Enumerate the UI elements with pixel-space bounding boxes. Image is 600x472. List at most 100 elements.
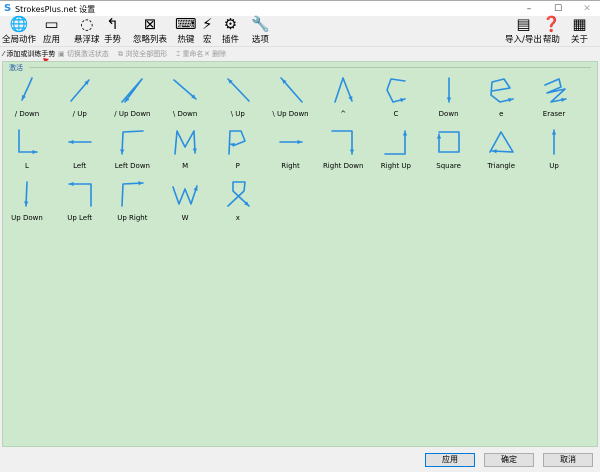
- gesture-item[interactable]: W: [159, 179, 211, 229]
- gesture-item[interactable]: Triangle: [475, 127, 527, 177]
- gesture-stroke-icon: [120, 130, 145, 155]
- gesture-name: Up: [549, 162, 559, 170]
- toolbar-left7[interactable]: ⚙ 插件: [222, 16, 239, 46]
- toolbar-left8[interactable]: 🔧 选项: [251, 16, 270, 46]
- gesture-stroke-icon: [331, 130, 355, 155]
- gesture-icon: ↰: [106, 15, 119, 33]
- gesture-item[interactable]: Right: [265, 127, 317, 177]
- gesture-item[interactable]: / Down: [1, 75, 53, 125]
- gesture-name: Right: [281, 162, 300, 170]
- gesture-stroke-icon: [490, 78, 515, 103]
- gesture-item[interactable]: Left Down: [106, 127, 158, 177]
- gesture-item[interactable]: Left: [54, 127, 106, 177]
- delete-icon: ✕: [204, 50, 213, 58]
- gesture-stroke-icon: [386, 78, 406, 103]
- toolbar-right0[interactable]: ▤ 导入/导出: [505, 16, 542, 46]
- gesture-stroke-icon: [489, 131, 515, 154]
- gesture-stroke-icon: [278, 139, 303, 145]
- cancel-button[interactable]: 取消: [543, 453, 593, 467]
- app-logo-icon: S: [4, 3, 12, 14]
- gesture-item[interactable]: x: [212, 179, 264, 229]
- toolbar-label: 关于: [571, 35, 589, 45]
- gesture-item[interactable]: Right Down: [317, 127, 369, 177]
- toolbar-label: 宏: [203, 35, 212, 45]
- gesture-stroke-icon: [67, 181, 92, 207]
- gesture-stroke-icon: [384, 130, 408, 155]
- gesture-stroke-icon: [226, 78, 250, 102]
- gesture-stroke-icon: [174, 130, 198, 155]
- gesture-item[interactable]: \ Down: [159, 75, 211, 125]
- gesture-item[interactable]: ^: [317, 75, 369, 125]
- circle-dots-icon: ◌: [80, 15, 94, 33]
- toolbar-left0[interactable]: 🌐 全局动作: [2, 16, 36, 46]
- toolbar-label: 帮助: [542, 35, 560, 45]
- subtoolbar-button-1[interactable]: ▣ 切换激活状态: [58, 49, 109, 59]
- gesture-name: / Up Down: [114, 110, 151, 118]
- gesture-stroke-icon: [334, 77, 353, 103]
- subtoolbar-button-2[interactable]: ⧉ 浏览全部图形: [118, 49, 167, 59]
- gesture-stroke-icon: [24, 181, 29, 207]
- toolbar-left1[interactable]: ▭ 应用: [43, 16, 60, 46]
- gesture-stroke-icon: [227, 130, 246, 155]
- gesture-item[interactable]: e: [475, 75, 527, 125]
- gesture-name: Down: [438, 110, 459, 118]
- gesture-item[interactable]: Down: [423, 75, 475, 125]
- gesture-item[interactable]: Square: [423, 127, 475, 177]
- gesture-item[interactable]: / Up Down: [106, 75, 158, 125]
- gesture-name: P: [235, 162, 240, 170]
- toolbar-right2[interactable]: ▦ 关于: [571, 16, 588, 46]
- window-title: StrokesPlus.net 设置: [15, 5, 96, 14]
- gesture-item[interactable]: \ Up: [212, 75, 264, 125]
- gesture-stroke-icon: [436, 131, 460, 153]
- toolbar-left6[interactable]: ⚡ 宏: [202, 16, 213, 46]
- gesture-name: Up Down: [11, 214, 43, 222]
- gesture-item[interactable]: P: [212, 127, 264, 177]
- subtoolbar-button-4[interactable]: ✕ 删除: [204, 49, 226, 59]
- toolbar-label: 插件: [222, 35, 240, 45]
- gesture-name: x: [235, 214, 240, 222]
- gesture-item[interactable]: Up Down: [1, 179, 53, 229]
- toolbar-label: 忽略列表: [133, 35, 168, 45]
- gesture-item[interactable]: C: [370, 75, 422, 125]
- gesture-name: Up Right: [117, 214, 148, 222]
- gesture-stroke-icon: [21, 77, 33, 101]
- toolbar-left4[interactable]: ⊠ 忽略列表: [133, 16, 167, 46]
- gesture-name: / Down: [14, 110, 40, 118]
- gesture-stroke-icon: [279, 77, 303, 103]
- keyboard-icon: ⌨: [175, 15, 197, 33]
- gesture-stroke-icon: [551, 129, 557, 155]
- apply-button[interactable]: 应用: [425, 453, 475, 467]
- subtoolbar-button-3[interactable]: ⌶ 重命名: [176, 49, 203, 59]
- toolbar-left3[interactable]: ↰ 手势: [104, 16, 121, 46]
- gesture-name: ^: [340, 110, 347, 118]
- gesture-item[interactable]: Right Up: [370, 127, 422, 177]
- gesture-item[interactable]: Up Left: [54, 179, 106, 229]
- gesture-item[interactable]: \ Up Down: [265, 75, 317, 125]
- group-divider: [29, 67, 591, 68]
- gesture-stroke-icon: [67, 139, 92, 145]
- gesture-item[interactable]: Up Right: [106, 179, 158, 229]
- gesture-stroke-icon: [544, 78, 567, 103]
- help-icon: ❓: [542, 15, 561, 33]
- gesture-item[interactable]: M: [159, 127, 211, 177]
- gesture-item[interactable]: Up: [528, 127, 580, 177]
- gesture-item[interactable]: / Up: [54, 75, 106, 125]
- title-bar: S StrokesPlus.net 设置 – ☐ ✕: [0, 0, 600, 16]
- gesture-stroke-icon: [121, 181, 145, 207]
- main-toolbar: 🌐 全局动作 ▭ 应用 ◌ 悬浮球 ↰ 手势 ⊠ 忽略列表 ⌨ 热键 ⚡ 宏 ⚙ 插件 🔧 选项 ▤ 导入/导出 ❓ 帮助…: [0, 16, 600, 46]
- plugin-icon: ⚙: [223, 15, 238, 33]
- toolbar-label: 导入/导出: [505, 35, 542, 45]
- ok-button[interactable]: 确定: [484, 453, 534, 467]
- toolbar-right1[interactable]: ❓ 帮助: [542, 16, 561, 46]
- toolbar-label: 悬浮球: [74, 35, 100, 45]
- gesture-item[interactable]: Eraser: [528, 75, 580, 125]
- gesture-stroke-icon: [226, 181, 250, 207]
- gesture-stroke-icon: [121, 78, 144, 103]
- gesture-item[interactable]: L: [1, 127, 53, 177]
- gesture-stroke-icon: [172, 185, 198, 205]
- toolbar-left2[interactable]: ◌ 悬浮球: [74, 16, 100, 46]
- toolbar-left5[interactable]: ⌨ 热键: [175, 16, 197, 46]
- gesture-name: e: [499, 110, 504, 118]
- toolbar-label: 热键: [177, 35, 195, 45]
- gesture-name: M: [182, 162, 189, 170]
